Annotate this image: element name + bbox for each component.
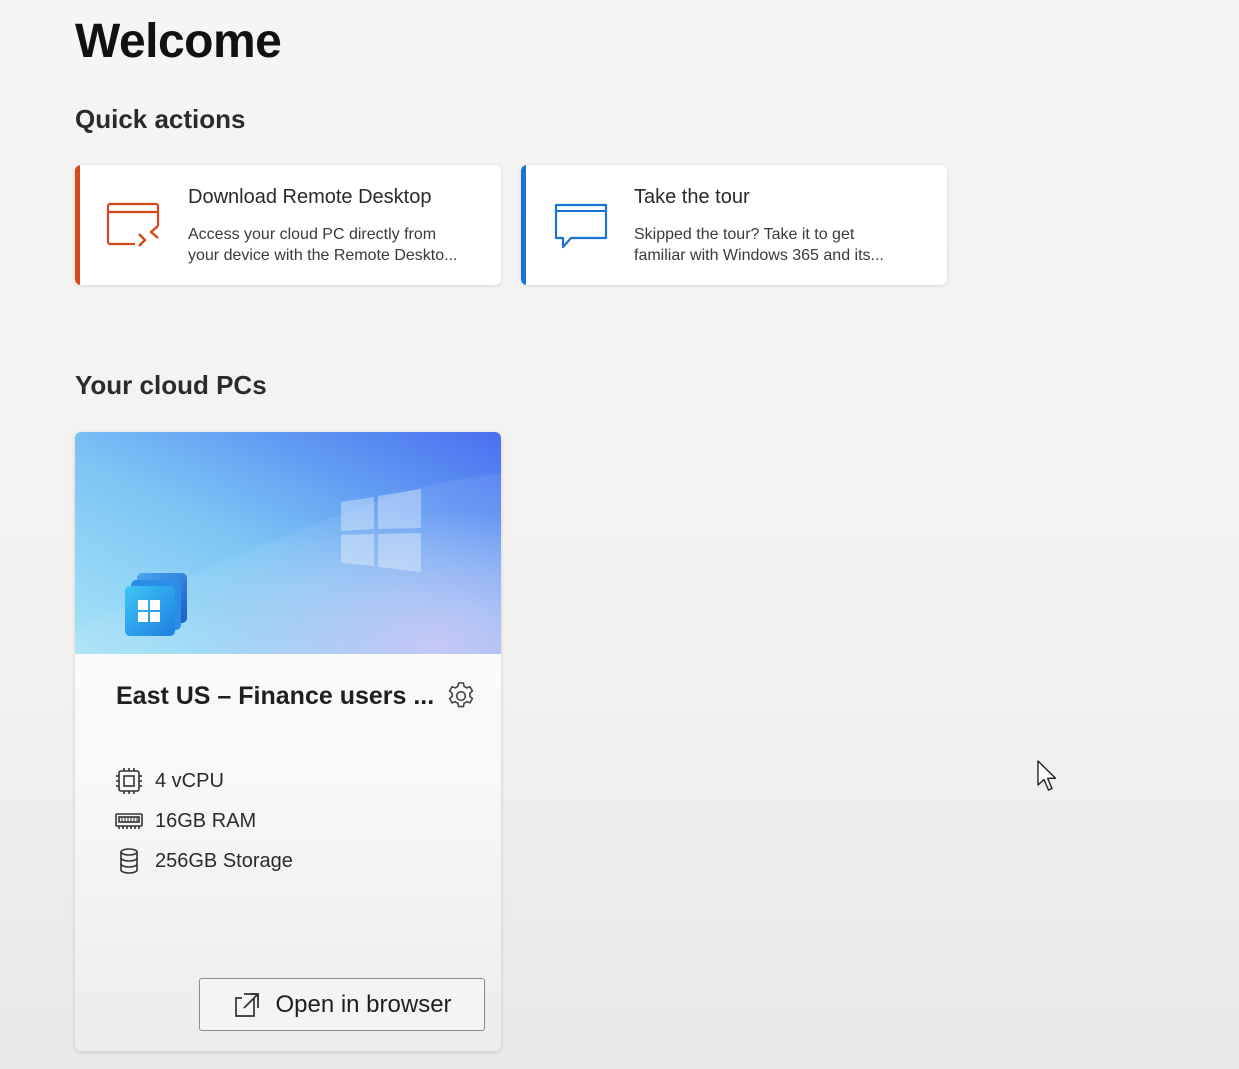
card-description: Access your cloud PC directly from your … xyxy=(188,224,488,266)
spec-label: 16GB RAM xyxy=(155,809,257,832)
card-description-line: Access your cloud PC directly from xyxy=(188,226,437,243)
card-description: Skipped the tour? Take it to get familia… xyxy=(634,224,934,266)
spec-label: 4 vCPU xyxy=(155,769,224,792)
spec-label: 256GB Storage xyxy=(155,849,293,872)
chat-bubble-icon xyxy=(554,203,608,249)
cpu-icon xyxy=(116,768,142,794)
open-in-browser-button[interactable]: Open in browser xyxy=(199,978,485,1031)
cloud-pc-hero-image xyxy=(75,432,501,654)
card-accent-bar xyxy=(75,165,80,285)
spec-row-storage: 256GB Storage xyxy=(115,847,293,875)
page-title: Welcome xyxy=(75,15,282,68)
cloud-pc-name: East US – Finance users ... xyxy=(116,682,435,710)
take-the-tour-card[interactable]: Take the tour Skipped the tour? Take it … xyxy=(521,165,947,285)
open-in-browser-label: Open in browser xyxy=(275,990,452,1018)
gear-icon[interactable] xyxy=(445,680,477,712)
cloud-pc-card: East US – Finance users ... 4 vCPU 16GB … xyxy=(75,432,501,1051)
remote-desktop-icon xyxy=(106,202,161,250)
card-description-line: Skipped the tour? Take it to get xyxy=(634,226,855,243)
spec-row-cpu: 4 vCPU xyxy=(115,767,224,795)
mouse-cursor-icon xyxy=(1037,760,1057,791)
download-remote-desktop-card[interactable]: Download Remote Desktop Access your clou… xyxy=(75,165,501,285)
card-description-line: familiar with Windows 365 and its... xyxy=(634,247,884,264)
spec-row-ram: 16GB RAM xyxy=(115,807,256,835)
quick-actions-heading: Quick actions xyxy=(75,104,246,134)
open-external-icon xyxy=(235,992,260,1017)
card-accent-bar xyxy=(521,165,526,285)
cloud-pcs-heading: Your cloud PCs xyxy=(75,370,267,400)
card-title: Download Remote Desktop xyxy=(188,186,432,208)
card-title: Take the tour xyxy=(634,186,750,208)
ram-icon xyxy=(115,813,143,829)
card-description-line: your device with the Remote Deskto... xyxy=(188,247,458,264)
storage-icon xyxy=(120,848,138,874)
